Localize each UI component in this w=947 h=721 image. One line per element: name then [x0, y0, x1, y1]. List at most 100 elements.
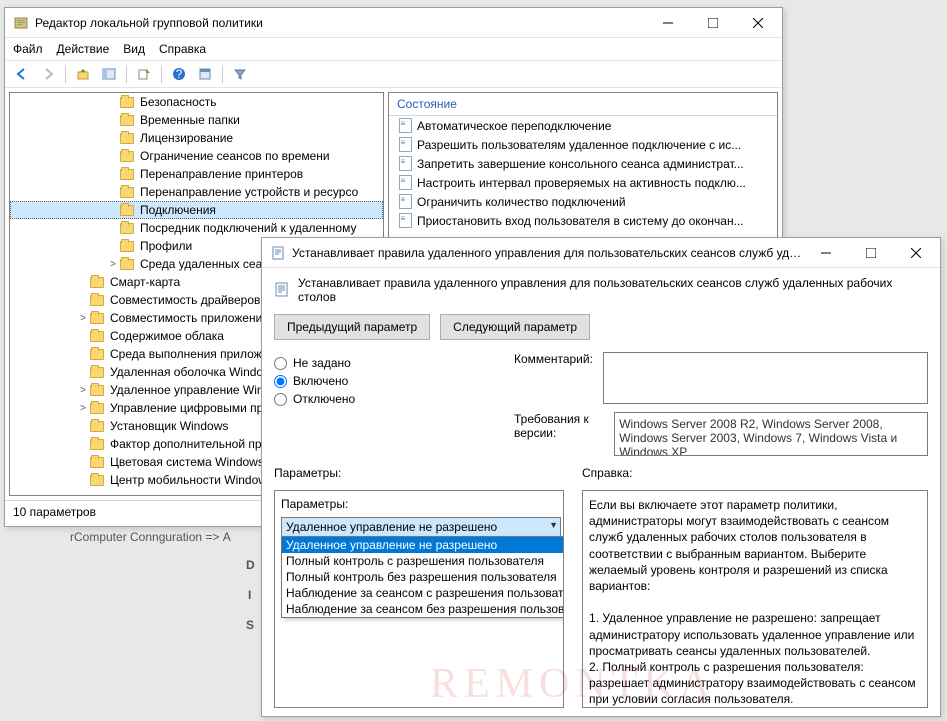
list-item-label: Разрешить пользователям удаленное подклю… [417, 138, 741, 152]
export-button[interactable] [133, 63, 155, 85]
next-setting-button[interactable]: Следующий параметр [440, 314, 590, 340]
list-item-label: Ограничить количество подключений [417, 195, 626, 209]
bg-fragment: rComputer Connguration => А [70, 530, 231, 544]
folder-icon [120, 203, 136, 217]
tree-item-label: Лицензирование [140, 131, 233, 145]
options-inner-label: Параметры: [281, 497, 557, 511]
policy-heading-icon [274, 282, 290, 298]
dialog-minimize-button[interactable] [803, 239, 848, 267]
dropdown-option[interactable]: Наблюдение за сеансом с разрешения польз… [282, 585, 564, 601]
folder-icon [90, 419, 106, 433]
maximize-button[interactable] [690, 9, 735, 37]
menu-action[interactable]: Действие [57, 42, 110, 56]
tree-item[interactable]: Временные папки [10, 111, 383, 129]
folder-icon [90, 383, 106, 397]
list-item[interactable]: ≡ Разрешить пользователям удаленное подкл… [389, 135, 777, 154]
folder-icon [90, 293, 106, 307]
tree-item[interactable]: Безопасность [10, 93, 383, 111]
folder-icon [90, 401, 106, 415]
requirements-label: Требования к версии: [514, 412, 604, 440]
options-dropdown[interactable]: Удаленное управление не разрешеноПолный … [281, 536, 564, 618]
folder-icon [90, 347, 106, 361]
options-label: Параметры: [274, 466, 564, 480]
bg-fragment: D [246, 558, 255, 572]
tree-twisty-icon[interactable]: > [106, 259, 120, 270]
dropdown-option[interactable]: Полный контроль без разрешения пользоват… [282, 569, 564, 585]
tree-item-label: Удаленное управление Win [110, 383, 264, 397]
show-hide-tree-button[interactable] [98, 63, 120, 85]
tree-item-label: Содержимое облака [110, 329, 224, 343]
policy-item-icon: ≡ [397, 118, 413, 134]
tree-item[interactable]: Посредник подключений к удаленному [10, 219, 383, 237]
policy-item-icon: ≡ [397, 213, 413, 229]
tree-twisty-icon[interactable]: > [76, 313, 90, 324]
policy-dialog: Устанавливает правила удаленного управле… [261, 237, 941, 717]
folder-icon [120, 185, 136, 199]
menu-file[interactable]: Файл [13, 42, 43, 56]
tree-twisty-icon[interactable]: > [76, 385, 90, 396]
back-button[interactable] [11, 63, 33, 85]
list-column-header[interactable]: Состояние [389, 93, 777, 116]
tree-item-label: Посредник подключений к удаленному [140, 221, 356, 235]
tree-item[interactable]: Ограничение сеансов по времени [10, 147, 383, 165]
window-title: Редактор локальной групповой политики [35, 16, 645, 30]
tree-item[interactable]: Лицензирование [10, 129, 383, 147]
dialog-close-button[interactable] [893, 239, 938, 267]
close-button[interactable] [735, 9, 780, 37]
list-item[interactable]: ≡Настроить интервал проверяемых на актив… [389, 173, 777, 192]
tree-item-label: Смарт-карта [110, 275, 180, 289]
minimize-button[interactable] [645, 9, 690, 37]
forward-button[interactable] [37, 63, 59, 85]
folder-icon [120, 167, 136, 181]
requirements-box: Windows Server 2008 R2, Windows Server 2… [614, 412, 928, 456]
folder-icon [90, 329, 106, 343]
dialog-title: Устанавливает правила удаленного управле… [292, 246, 803, 260]
list-item[interactable]: ≡Автоматическое переподключение [389, 116, 777, 135]
folder-icon [90, 365, 106, 379]
folder-icon [120, 239, 136, 253]
comment-textarea[interactable] [603, 352, 928, 404]
folder-icon [90, 437, 106, 451]
list-item[interactable]: ≡ Ограничить количество подключений [389, 192, 777, 211]
filter-icon[interactable] [229, 63, 251, 85]
status-text: 10 параметров [13, 505, 96, 519]
menu-view[interactable]: Вид [123, 42, 145, 56]
help-box[interactable]: Если вы включаете этот параметр политики… [582, 490, 928, 708]
tree-item-label: Цветовая система Windows [110, 455, 264, 469]
tree-item[interactable]: Подключения [10, 201, 383, 219]
properties-button[interactable] [194, 63, 216, 85]
tree-item-label: Перенаправление принтеров [140, 167, 303, 181]
dropdown-option[interactable]: Полный контроль с разрешения пользовател… [282, 553, 564, 569]
radio-not-configured[interactable]: Не задано [274, 356, 494, 370]
policy-icon [270, 245, 286, 261]
folder-icon [90, 473, 106, 487]
dropdown-option[interactable]: Удаленное управление не разрешено [282, 537, 564, 553]
previous-setting-button[interactable]: Предыдущий параметр [274, 314, 430, 340]
dropdown-option[interactable]: Наблюдение за сеансом без разрешения пол… [282, 601, 564, 617]
policy-item-icon: ≡ [397, 194, 413, 210]
bg-fragment: I [248, 588, 251, 602]
tree-item-label: Безопасность [140, 95, 217, 109]
dialog-maximize-button[interactable] [848, 239, 893, 267]
dialog-heading: Устанавливает правила удаленного управле… [298, 276, 928, 304]
list-item[interactable]: ≡ Приостановить вход пользователя в систе… [389, 211, 777, 230]
help-icon[interactable]: ? [168, 63, 190, 85]
toolbar: ? [5, 60, 782, 88]
tree-twisty-icon[interactable]: > [76, 403, 90, 414]
tree-item-label: Фактор дополнительной пр [110, 437, 262, 451]
radio-enabled[interactable]: Включено [274, 374, 494, 388]
policy-item-icon: ≡ [397, 137, 413, 153]
dialog-titlebar: Устанавливает правила удаленного управле… [262, 238, 940, 268]
list-item-label: Приостановить вход пользователя в систем… [417, 214, 744, 228]
up-button[interactable] [72, 63, 94, 85]
list-item-label: Запретить завершение консольного сеанса … [417, 157, 744, 171]
tree-item[interactable]: Перенаправление принтеров [10, 165, 383, 183]
options-select[interactable]: Удаленное управление не разрешено [281, 517, 561, 537]
radio-disabled[interactable]: Отключено [274, 392, 494, 406]
tree-item[interactable]: Перенаправление устройств и ресурсо [10, 183, 383, 201]
menu-help[interactable]: Справка [159, 42, 206, 56]
list-item-label: Настроить интервал проверяемых на активн… [417, 176, 746, 190]
folder-icon [120, 257, 136, 271]
tree-item-label: Удаленная оболочка Window [110, 365, 272, 379]
list-item[interactable]: ≡Запретить завершение консольного сеанса… [389, 154, 777, 173]
